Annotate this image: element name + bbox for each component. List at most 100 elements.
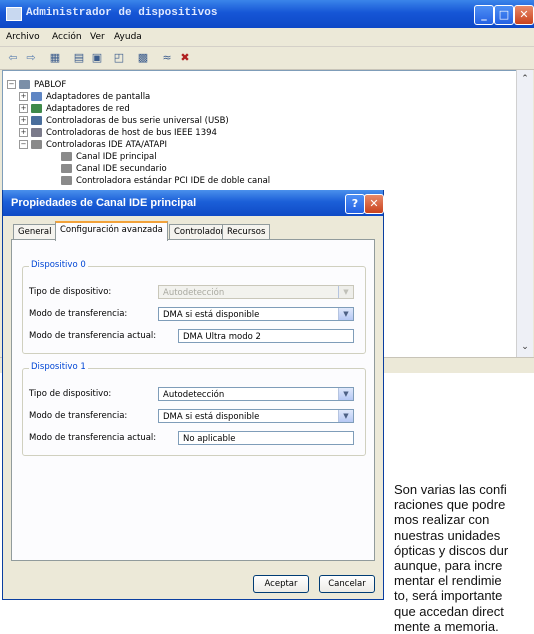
minimize-button[interactable]: _	[474, 5, 494, 25]
device1-mode-label: Modo de transferencia:	[29, 411, 128, 421]
menu-archivo[interactable]: Archivo	[6, 32, 40, 42]
menu-ver[interactable]: Ver	[90, 32, 105, 42]
tree-item-label: Adaptadores de red	[46, 104, 130, 114]
expand-icon[interactable]: +	[19, 116, 28, 125]
article-line: aunque, para incre	[394, 557, 503, 573]
device-manager-icon	[6, 7, 22, 21]
article-text: Son varias las confi raciones que podre …	[394, 482, 534, 634]
properties-icon[interactable]: ▤	[72, 51, 86, 64]
cancel-button[interactable]: Cancelar	[319, 575, 375, 593]
close-button[interactable]: ✕	[514, 5, 534, 25]
toolbar: ⇦ ⇨ ▦ ▤ ▣ ◰ ▩ ≈ ✖	[0, 47, 534, 70]
device1-type-label: Tipo de dispositivo:	[29, 389, 112, 399]
network-card-icon	[31, 104, 42, 113]
computer-icon	[19, 80, 30, 89]
chevron-down-icon[interactable]: ▼	[338, 286, 353, 298]
show-hide-icon[interactable]: ▦	[48, 51, 62, 64]
tree-root[interactable]: − PABLOF	[7, 79, 66, 91]
tree-item-adaptadores-pantalla[interactable]: + Adaptadores de pantalla	[19, 91, 150, 103]
tree-child-label: Canal IDE secundario	[76, 164, 167, 174]
dialog-close-button[interactable]: ✕	[364, 194, 384, 214]
uninstall-icon[interactable]: ≈	[160, 51, 174, 64]
menu-ayuda[interactable]: Ayuda	[114, 32, 142, 42]
tree-child-canal-principal[interactable]: Canal IDE principal	[61, 151, 157, 163]
tree-item-label: Controladoras IDE ATA/ATAPI	[46, 140, 167, 150]
article-line: to, será importante	[394, 588, 503, 604]
window-title: Administrador de dispositivos	[26, 7, 218, 19]
tree-item-ide-ata[interactable]: − Controladoras IDE ATA/ATAPI	[19, 139, 167, 151]
tree-item-label: Controladoras de host de bus IEEE 1394	[46, 128, 217, 138]
article-line: raciones que podre	[394, 497, 506, 513]
tree-child-canal-secundario[interactable]: Canal IDE secundario	[61, 163, 167, 175]
menu-bar: Archivo Acción Ver Ayuda	[0, 28, 534, 47]
article-line: mos realizar con	[394, 512, 490, 528]
monitor-icon	[31, 92, 42, 101]
ide-channel-icon	[61, 152, 72, 161]
chevron-down-icon[interactable]: ▼	[338, 308, 353, 320]
device1-type-select[interactable]: Autodetección ▼	[158, 387, 354, 401]
expand-icon[interactable]: +	[19, 128, 28, 137]
article-line: mente a memoria.	[394, 618, 499, 634]
device1-current-field: No aplicable	[178, 431, 354, 445]
tree-item-label: Adaptadores de pantalla	[46, 92, 151, 102]
scan-hardware-icon[interactable]: ▩	[136, 51, 150, 64]
firewire-icon	[31, 128, 42, 137]
print-icon[interactable]: ▣	[90, 51, 104, 64]
tree-item-adaptadores-red[interactable]: + Adaptadores de red	[19, 103, 130, 115]
scroll-up-icon[interactable]: ⌃	[519, 72, 531, 86]
expand-icon[interactable]: +	[19, 104, 28, 113]
menu-accion[interactable]: Acción	[52, 32, 82, 42]
usb-icon	[31, 116, 42, 125]
title-bar[interactable]: Administrador de dispositivos _ □ ✕	[0, 0, 534, 28]
article-line: ópticas y discos dur	[394, 542, 509, 558]
tree-child-controladora-pci[interactable]: Controladora estándar PCI IDE de doble c…	[61, 175, 270, 187]
device0-type-label: Tipo de dispositivo:	[29, 287, 112, 297]
back-arrow-icon[interactable]: ⇦	[6, 51, 20, 64]
tab-recursos[interactable]: Recursos	[222, 224, 271, 240]
tree-item-label: Controladoras de bus serie universal (US…	[46, 116, 229, 126]
article-line: nuestras unidades	[394, 527, 501, 543]
device0-current-field: DMA Ultra modo 2	[178, 329, 354, 343]
device1-type-value: Autodetección	[163, 390, 225, 400]
tab-configuracion-avanzada[interactable]: Configuración avanzada	[55, 221, 168, 241]
ide-channel-icon	[61, 164, 72, 173]
scroll-down-icon[interactable]: ⌄	[519, 340, 531, 354]
device0-mode-select[interactable]: DMA si está disponible ▼	[158, 307, 354, 321]
collapse-icon[interactable]: −	[19, 140, 28, 149]
tab-controlador[interactable]: Controlador	[169, 224, 230, 240]
device1-mode-select[interactable]: DMA si está disponible ▼	[158, 409, 354, 423]
device0-group: Dispositivo 0 Tipo de dispositivo: Autod…	[22, 260, 366, 354]
properties-dialog: Propiedades de Canal IDE principal ? ✕ G…	[2, 190, 384, 600]
device0-type-select[interactable]: Autodetección ▼	[158, 285, 354, 299]
tree-root-label: PABLOF	[34, 80, 67, 90]
disable-icon[interactable]: ✖	[178, 51, 192, 64]
device0-current-label: Modo de transferencia actual:	[29, 331, 157, 341]
device1-mode-value: DMA si está disponible	[163, 412, 260, 422]
maximize-button[interactable]: □	[494, 5, 514, 25]
tree-child-label: Canal IDE principal	[76, 152, 157, 162]
tab-panel: Dispositivo 0 Tipo de dispositivo: Autod…	[11, 239, 375, 561]
expand-icon[interactable]: +	[19, 92, 28, 101]
article-line: que accedan direct	[394, 603, 504, 619]
collapse-icon[interactable]: −	[7, 80, 16, 89]
help-button[interactable]: ?	[345, 194, 365, 214]
ok-button[interactable]: Aceptar	[253, 575, 309, 593]
article-line: Son varias las confi	[394, 482, 507, 497]
article-line: mentar el rendimie	[394, 573, 502, 589]
ide-controller-icon	[31, 140, 42, 149]
forward-arrow-icon[interactable]: ⇨	[24, 51, 38, 64]
chevron-down-icon[interactable]: ▼	[338, 410, 353, 422]
vertical-scrollbar[interactable]: ⌃ ⌄	[516, 70, 533, 358]
chevron-down-icon[interactable]: ▼	[338, 388, 353, 400]
device1-group: Dispositivo 1 Tipo de dispositivo: Autod…	[22, 362, 366, 456]
tree-item-ieee1394[interactable]: + Controladoras de host de bus IEEE 1394	[19, 127, 217, 139]
device0-mode-label: Modo de transferencia:	[29, 309, 128, 319]
help-icon[interactable]: ◰	[112, 51, 126, 64]
ide-channel-icon	[61, 176, 72, 185]
dialog-title: Propiedades de Canal IDE principal	[11, 197, 197, 209]
dialog-title-bar[interactable]: Propiedades de Canal IDE principal ? ✕	[3, 190, 384, 216]
tree-child-label: Controladora estándar PCI IDE de doble c…	[76, 176, 271, 186]
tab-general[interactable]: General	[13, 224, 57, 240]
device0-mode-value: DMA si está disponible	[163, 310, 260, 320]
tree-item-usb[interactable]: + Controladoras de bus serie universal (U…	[19, 115, 229, 127]
